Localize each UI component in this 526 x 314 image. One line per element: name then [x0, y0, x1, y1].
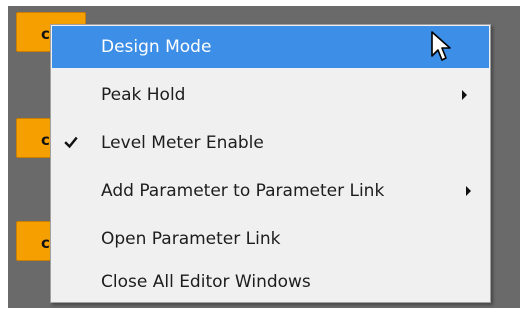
chevron-right-icon	[462, 90, 467, 100]
screenshot-canvas: c c c Design Mode Peak Hold Level Meter …	[0, 0, 526, 314]
menu-item-label: Level Meter Enable	[101, 133, 264, 153]
menu-item-design-mode[interactable]: Design Mode	[52, 26, 489, 68]
menu-item-peak-hold[interactable]: Peak Hold	[52, 74, 489, 116]
menu-item-label: Peak Hold	[101, 85, 186, 105]
module-block-letter: c	[41, 234, 50, 252]
menu-item-level-meter-enable[interactable]: Level Meter Enable	[52, 122, 489, 164]
check-icon	[64, 136, 78, 149]
mouse-pointer-icon	[431, 31, 451, 61]
module-block-letter: c	[41, 25, 50, 43]
context-menu: Design Mode Peak Hold Level Meter Enable…	[50, 24, 491, 303]
menu-item-open-parameter-link[interactable]: Open Parameter Link	[52, 218, 489, 260]
menu-item-close-all-editor-windows[interactable]: Close All Editor Windows	[52, 261, 489, 303]
menu-item-label: Design Mode	[101, 37, 212, 57]
menu-item-add-parameter-link[interactable]: Add Parameter to Parameter Link	[52, 170, 489, 212]
chevron-right-icon	[466, 186, 471, 196]
menu-item-label: Add Parameter to Parameter Link	[101, 181, 385, 201]
module-block-letter: c	[41, 131, 50, 149]
menu-item-label: Open Parameter Link	[101, 229, 281, 249]
menu-item-label: Close All Editor Windows	[101, 272, 311, 292]
